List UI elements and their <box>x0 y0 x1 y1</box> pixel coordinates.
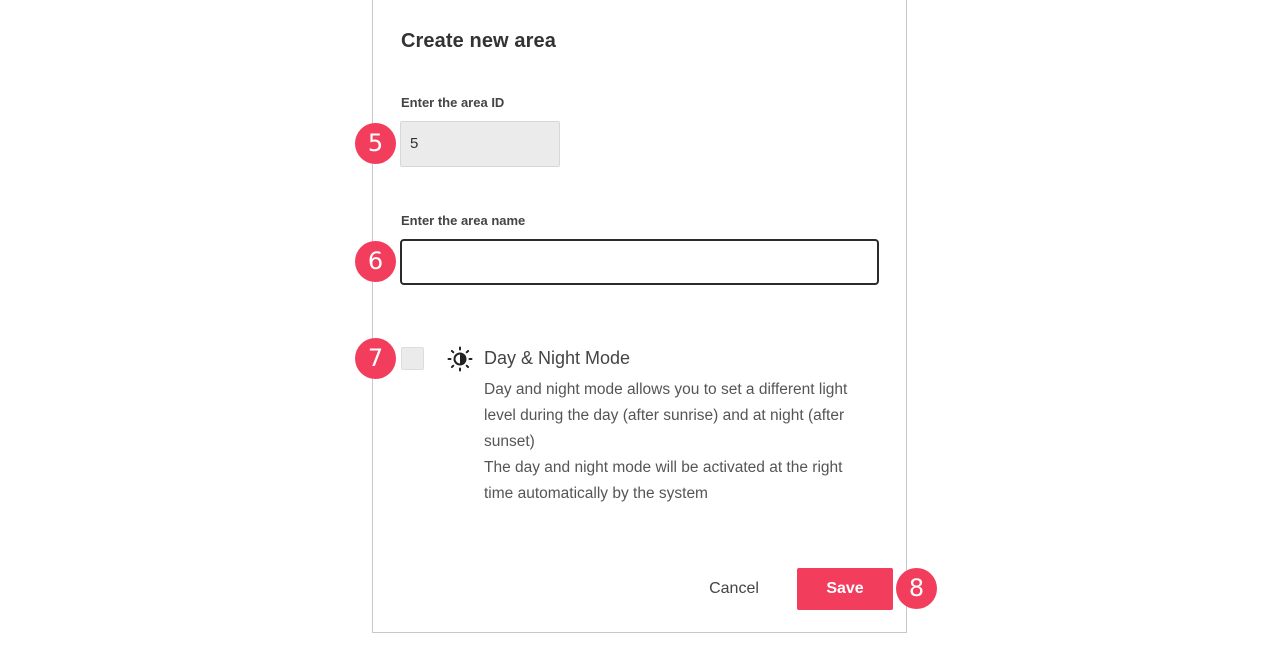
area-id-field: 5 <box>400 121 560 167</box>
screen: Create new area Enter the area ID 5 Ente… <box>0 0 1280 653</box>
description-line: sunset) <box>484 433 535 450</box>
area-id-label: Enter the area ID <box>401 95 505 110</box>
callout-badge: 6 <box>355 241 396 282</box>
description-line: Day and night mode allows you to set a d… <box>484 381 848 398</box>
dialog-title: Create new area <box>401 30 556 52</box>
save-button[interactable]: Save <box>797 568 893 610</box>
callout-badge: 7 <box>355 338 396 379</box>
day-night-mode-title: Day & Night Mode <box>484 348 631 368</box>
day-night-mode-description: Day and night mode allows you to set a d… <box>484 377 889 507</box>
area-name-label: Enter the area name <box>401 213 526 228</box>
description-line: time automatically by the system <box>484 485 708 502</box>
cancel-button[interactable]: Cancel <box>690 568 778 610</box>
callout-badge: 5 <box>355 123 396 164</box>
area-name-input[interactable] <box>400 239 879 285</box>
day-night-sun-icon <box>447 346 473 372</box>
day-night-mode-checkbox[interactable] <box>401 347 424 370</box>
description-line: The day and night mode will be activated… <box>484 459 843 476</box>
callout-badge: 8 <box>896 568 937 609</box>
description-line: level during the day (after sunrise) and… <box>484 407 845 424</box>
